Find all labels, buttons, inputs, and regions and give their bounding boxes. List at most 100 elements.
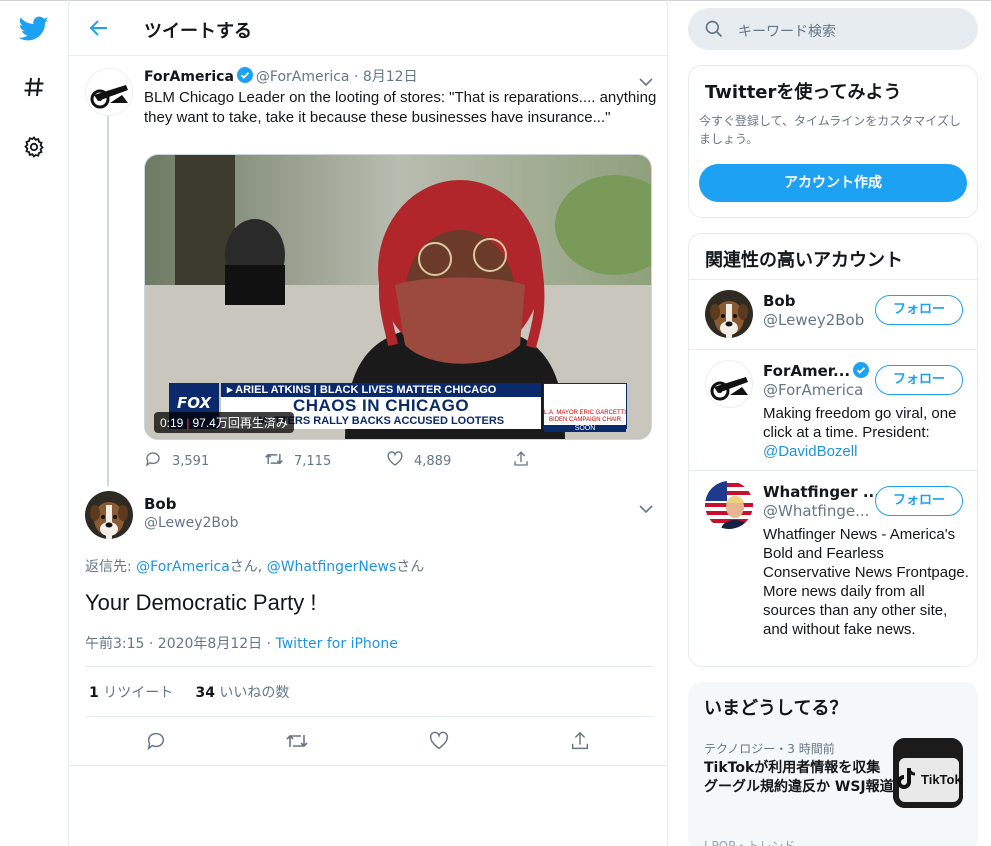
tweet1-actions: 3,591 7,115 4,889 [144,450,564,472]
tweet2-time[interactable]: 午前3:15 · 2020年8月12日 · [85,636,276,652]
reply-to-line: 返信先: @ForAmericaさん, @WhatfingerNewsさん [85,556,424,576]
reply-icon [144,450,162,472]
verified-badge-icon [236,67,253,87]
follow-button[interactable]: フォロー [875,295,963,325]
tweet1-header: ForAmerica @ForAmerica · 8月12日 [144,66,418,87]
retweet-count: 7,115 [294,453,332,469]
account-bio-text: Making freedom go viral, one click at a … [763,405,957,441]
retweet-icon [264,450,284,472]
chyron-side-box: L.A. MAYOR ERIC GARCETTI BIDEN CAMPAIGN … [543,383,627,432]
gear-icon[interactable] [17,130,51,164]
retweet-button[interactable] [285,730,309,756]
account-bio: Making freedom go viral, one click at a … [763,404,969,461]
search-bar[interactable]: キーワード検索 [688,8,978,50]
chyron-top-line: ▸ ARIEL ATKINS | BLACK LIVES MATTER CHIC… [221,383,541,397]
verified-badge-icon [853,362,870,382]
tweet2-text: Your Democratic Party ! [85,590,317,615]
trends-title: いまどうしてる？ [704,698,848,719]
signup-title: Twitterを使ってみよう [705,82,902,103]
divider [69,765,668,766]
bob-avatar[interactable] [705,290,753,338]
video-duration-badge: 0:19 | 97.4万回再生済み [154,412,294,433]
whatfinger-avatar[interactable] [705,481,753,529]
bio-link-davidbozell[interactable]: @DavidBozell [763,443,857,460]
like-action[interactable]: 4,889 [386,450,451,472]
account-name[interactable]: ForAmer... [763,362,872,382]
tweet1-author-handle[interactable]: @ForAmerica [256,69,350,85]
reply-user-whatfinger[interactable]: @WhatfingerNews [267,559,397,575]
main-column: ツイートする ForAmerica @ForAmerica · 8月12日 BLM… [68,0,668,846]
account-name[interactable]: Bob [763,292,795,310]
reply-prefix: 返信先: [85,559,137,575]
signup-description: 今すぐ登録して、タイムラインをカスタマイズしましょう。 [699,114,961,146]
bob-avatar[interactable] [85,491,133,539]
trend-category: テクノロジー・3 時間前 [704,742,835,756]
share-icon [512,450,530,472]
account-handle[interactable]: @ForAmerica [763,381,863,399]
tweet2-author-name[interactable]: Bob [144,495,176,513]
divider [85,666,653,667]
account-name-text: ForAmer... [763,362,851,380]
search-input[interactable]: キーワード検索 [738,21,836,41]
video-duration: 0:19 [160,416,184,430]
retweet-stat[interactable]: 1 リツイート [89,685,173,701]
like-button[interactable] [428,730,450,756]
foramerica-avatar[interactable] [705,360,753,408]
chevron-down-icon[interactable] [639,72,653,87]
reply-icon [145,730,167,756]
heart-icon [428,730,450,756]
reply-san-2: さん [396,559,425,575]
related-accounts-card: 関連性の高いアカウント Bob @Lewey2Bob フォロー ForAmer.… [688,233,978,667]
share-button[interactable] [569,730,591,756]
like-stat-label: いいねの数 [219,685,290,701]
trend-next-partial: J-POP・トレンド [704,839,796,846]
tweet1-text: BLM Chicago Leader on the looting of sto… [144,89,657,126]
reply-san-1: さん, [229,559,267,575]
retweet-action[interactable]: 7,115 [264,450,331,472]
related-account-foramerica[interactable]: ForAmer... @ForAmerica Making freedom go… [689,349,977,470]
hashtag-icon[interactable] [17,70,51,104]
reply-user-foramerica[interactable]: @ForAmerica [136,559,230,575]
foramerica-avatar[interactable] [85,68,133,116]
follow-button[interactable]: フォロー [875,486,963,516]
like-stat[interactable]: 34 いいねの数 [195,685,289,701]
account-name[interactable]: Whatfinger ... [763,483,880,501]
tweet1-video[interactable]: FOX ▸ ARIEL ATKINS | BLACK LIVES MATTER … [144,154,652,440]
reply-button[interactable] [145,730,167,756]
retweet-icon [285,730,309,756]
chyron-soon: SOON [544,425,626,432]
twitter-bird-icon[interactable] [17,12,51,46]
heart-icon [386,450,404,472]
tweet1-date[interactable]: · 8月12日 [354,69,418,85]
account-handle[interactable]: @Lewey2Bob [763,311,864,329]
tweet2-stats: 1 リツイート 34 いいねの数 [89,682,289,702]
create-account-button[interactable]: アカウント作成 [699,164,967,202]
search-icon [704,19,724,43]
account-handle[interactable]: @Whatfinge... [763,502,869,520]
reply-action[interactable]: 3,591 [144,450,209,472]
share-action[interactable] [512,450,530,472]
main-header: ツイートする [69,0,668,56]
like-stat-count: 34 [195,685,215,701]
related-account-bob[interactable]: Bob @Lewey2Bob フォロー [689,279,977,349]
tweet2-source[interactable]: Twitter for iPhone [276,636,398,652]
thread-connector-line [107,116,109,486]
chevron-down-icon[interactable] [639,499,653,514]
follow-button[interactable]: フォロー [875,365,963,395]
trend-title[interactable]: TikTokが利用者情報を収集 グーグル規約違反か WSJ報道 [704,759,894,797]
share-icon [569,730,591,756]
chyron-side-text: L.A. MAYOR ERIC GARCETTI BIDEN CAMPAIGN … [544,410,626,423]
related-title: 関連性の高いアカウント [705,250,903,271]
trends-card: いまどうしてる？ テクノロジー・3 時間前 TikTokが利用者情報を収集 グー… [688,682,978,846]
retweet-stat-count: 1 [89,685,99,701]
signup-card: Twitterを使ってみよう 今すぐ登録して、タイムラインをカスタマイズしましょ… [688,65,978,218]
related-account-whatfinger[interactable]: Whatfinger ... @Whatfinge... Whatfinger … [689,470,977,666]
back-arrow-icon[interactable] [87,16,111,40]
tweet2-author-handle[interactable]: @Lewey2Bob [144,515,238,531]
tweet2-actions [69,730,668,754]
divider [85,716,653,717]
reply-count: 3,591 [172,453,210,469]
tweet1-author-name[interactable]: ForAmerica [144,69,234,85]
account-bio: Whatfinger News - America's Bold and Fea… [763,526,969,638]
trend-image[interactable]: TikTok [893,738,963,808]
